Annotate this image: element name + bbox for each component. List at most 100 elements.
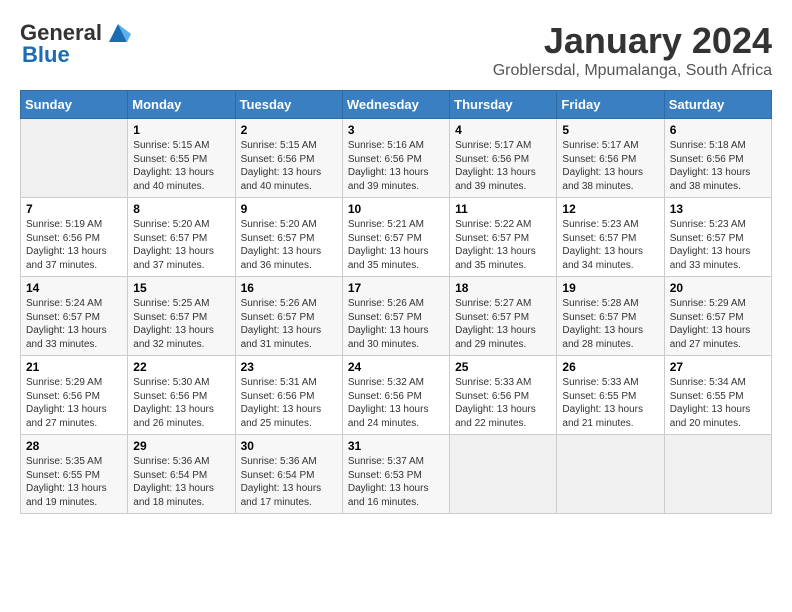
day-info: Sunrise: 5:32 AM Sunset: 6:56 PM Dayligh… bbox=[348, 376, 444, 430]
day-number: 14 bbox=[26, 281, 122, 295]
calendar-cell: 4 Sunrise: 5:17 AM Sunset: 6:56 PM Daylig… bbox=[450, 119, 557, 198]
calendar-cell: 10Sunrise: 5:21 AM Sunset: 6:57 PM Dayli… bbox=[342, 198, 449, 277]
location-text: Groblersdal, Mpumalanga, South Africa bbox=[493, 62, 772, 80]
calendar-cell: 27Sunrise: 5:34 AM Sunset: 6:55 PM Dayli… bbox=[664, 356, 771, 435]
day-number: 24 bbox=[348, 360, 444, 374]
day-number: 13 bbox=[670, 202, 766, 216]
day-info: Sunrise: 5:29 AM Sunset: 6:56 PM Dayligh… bbox=[26, 376, 122, 430]
day-number: 22 bbox=[133, 360, 229, 374]
day-number: 31 bbox=[348, 439, 444, 453]
header-saturday: Saturday bbox=[664, 91, 771, 119]
day-number: 9 bbox=[241, 202, 337, 216]
day-number: 23 bbox=[241, 360, 337, 374]
calendar-week-2: 7 Sunrise: 5:19 AM Sunset: 6:56 PM Daylig… bbox=[21, 198, 772, 277]
day-info: Sunrise: 5:17 AM Sunset: 6:56 PM Dayligh… bbox=[455, 139, 551, 193]
calendar-cell: 11 Sunrise: 5:22 AM Sunset: 6:57 PM Dayli… bbox=[450, 198, 557, 277]
calendar-cell: 23 Sunrise: 5:31 AM Sunset: 6:56 PM Dayli… bbox=[235, 356, 342, 435]
calendar-cell: 21 Sunrise: 5:29 AM Sunset: 6:56 PM Dayli… bbox=[21, 356, 128, 435]
day-info: Sunrise: 5:22 AM Sunset: 6:57 PM Dayligh… bbox=[455, 218, 551, 272]
title-block: January 2024 Groblersdal, Mpumalanga, So… bbox=[493, 20, 772, 80]
day-info: Sunrise: 5:23 AM Sunset: 6:57 PM Dayligh… bbox=[670, 218, 766, 272]
day-info: Sunrise: 5:27 AM Sunset: 6:57 PM Dayligh… bbox=[455, 297, 551, 351]
day-info: Sunrise: 5:26 AM Sunset: 6:57 PM Dayligh… bbox=[348, 297, 444, 351]
calendar-cell: 5 Sunrise: 5:17 AM Sunset: 6:56 PM Daylig… bbox=[557, 119, 664, 198]
day-info: Sunrise: 5:17 AM Sunset: 6:56 PM Dayligh… bbox=[562, 139, 658, 193]
day-info: Sunrise: 5:29 AM Sunset: 6:57 PM Dayligh… bbox=[670, 297, 766, 351]
logo: General Blue bbox=[20, 20, 131, 68]
calendar-cell: 13 Sunrise: 5:23 AM Sunset: 6:57 PM Dayli… bbox=[664, 198, 771, 277]
calendar-cell: 14 Sunrise: 5:24 AM Sunset: 6:57 PM Dayli… bbox=[21, 277, 128, 356]
day-number: 1 bbox=[133, 123, 229, 137]
day-info: Sunrise: 5:37 AM Sunset: 6:53 PM Dayligh… bbox=[348, 455, 444, 509]
day-info: Sunrise: 5:31 AM Sunset: 6:56 PM Dayligh… bbox=[241, 376, 337, 430]
day-info: Sunrise: 5:24 AM Sunset: 6:57 PM Dayligh… bbox=[26, 297, 122, 351]
day-info: Sunrise: 5:33 AM Sunset: 6:55 PM Dayligh… bbox=[562, 376, 658, 430]
day-number: 15 bbox=[133, 281, 229, 295]
day-number: 30 bbox=[241, 439, 337, 453]
day-info: Sunrise: 5:16 AM Sunset: 6:56 PM Dayligh… bbox=[348, 139, 444, 193]
header-monday: Monday bbox=[128, 91, 235, 119]
day-number: 5 bbox=[562, 123, 658, 137]
calendar-cell: 12 Sunrise: 5:23 AM Sunset: 6:57 PM Dayli… bbox=[557, 198, 664, 277]
calendar-cell bbox=[664, 435, 771, 514]
calendar-cell: 9 Sunrise: 5:20 AM Sunset: 6:57 PM Daylig… bbox=[235, 198, 342, 277]
day-number: 8 bbox=[133, 202, 229, 216]
day-number: 7 bbox=[26, 202, 122, 216]
day-number: 20 bbox=[670, 281, 766, 295]
calendar-cell: 28 Sunrise: 5:35 AM Sunset: 6:55 PM Dayli… bbox=[21, 435, 128, 514]
day-info: Sunrise: 5:26 AM Sunset: 6:57 PM Dayligh… bbox=[241, 297, 337, 351]
calendar-cell: 17 Sunrise: 5:26 AM Sunset: 6:57 PM Dayli… bbox=[342, 277, 449, 356]
day-info: Sunrise: 5:15 AM Sunset: 6:55 PM Dayligh… bbox=[133, 139, 229, 193]
calendar-cell: 8Sunrise: 5:20 AM Sunset: 6:57 PM Daylig… bbox=[128, 198, 235, 277]
calendar-cell: 30Sunrise: 5:36 AM Sunset: 6:54 PM Dayli… bbox=[235, 435, 342, 514]
calendar-cell: 22 Sunrise: 5:30 AM Sunset: 6:56 PM Dayli… bbox=[128, 356, 235, 435]
calendar-cell: 31 Sunrise: 5:37 AM Sunset: 6:53 PM Dayli… bbox=[342, 435, 449, 514]
calendar-cell: 19Sunrise: 5:28 AM Sunset: 6:57 PM Dayli… bbox=[557, 277, 664, 356]
calendar-cell: 7 Sunrise: 5:19 AM Sunset: 6:56 PM Daylig… bbox=[21, 198, 128, 277]
calendar-header-row: SundayMondayTuesdayWednesdayThursdayFrid… bbox=[21, 91, 772, 119]
day-number: 21 bbox=[26, 360, 122, 374]
calendar-cell: 29Sunrise: 5:36 AM Sunset: 6:54 PM Dayli… bbox=[128, 435, 235, 514]
day-info: Sunrise: 5:23 AM Sunset: 6:57 PM Dayligh… bbox=[562, 218, 658, 272]
calendar-cell: 2Sunrise: 5:15 AM Sunset: 6:56 PM Daylig… bbox=[235, 119, 342, 198]
calendar-week-4: 21 Sunrise: 5:29 AM Sunset: 6:56 PM Dayli… bbox=[21, 356, 772, 435]
header-friday: Friday bbox=[557, 91, 664, 119]
day-info: Sunrise: 5:19 AM Sunset: 6:56 PM Dayligh… bbox=[26, 218, 122, 272]
calendar-cell: 15 Sunrise: 5:25 AM Sunset: 6:57 PM Dayli… bbox=[128, 277, 235, 356]
day-info: Sunrise: 5:28 AM Sunset: 6:57 PM Dayligh… bbox=[562, 297, 658, 351]
calendar-cell: 18 Sunrise: 5:27 AM Sunset: 6:57 PM Dayli… bbox=[450, 277, 557, 356]
day-number: 4 bbox=[455, 123, 551, 137]
day-number: 26 bbox=[562, 360, 658, 374]
logo-icon bbox=[105, 20, 131, 46]
page-header: General Blue January 2024 Groblersdal, M… bbox=[20, 20, 772, 80]
calendar-week-3: 14 Sunrise: 5:24 AM Sunset: 6:57 PM Dayli… bbox=[21, 277, 772, 356]
calendar-cell: 25Sunrise: 5:33 AM Sunset: 6:56 PM Dayli… bbox=[450, 356, 557, 435]
calendar-cell: 6Sunrise: 5:18 AM Sunset: 6:56 PM Daylig… bbox=[664, 119, 771, 198]
day-info: Sunrise: 5:35 AM Sunset: 6:55 PM Dayligh… bbox=[26, 455, 122, 509]
calendar-cell: 26 Sunrise: 5:33 AM Sunset: 6:55 PM Dayli… bbox=[557, 356, 664, 435]
day-info: Sunrise: 5:30 AM Sunset: 6:56 PM Dayligh… bbox=[133, 376, 229, 430]
day-number: 12 bbox=[562, 202, 658, 216]
calendar-cell: 16Sunrise: 5:26 AM Sunset: 6:57 PM Dayli… bbox=[235, 277, 342, 356]
calendar-cell: 24 Sunrise: 5:32 AM Sunset: 6:56 PM Dayli… bbox=[342, 356, 449, 435]
day-number: 18 bbox=[455, 281, 551, 295]
day-info: Sunrise: 5:20 AM Sunset: 6:57 PM Dayligh… bbox=[241, 218, 337, 272]
calendar-cell bbox=[21, 119, 128, 198]
calendar-cell: 20 Sunrise: 5:29 AM Sunset: 6:57 PM Dayli… bbox=[664, 277, 771, 356]
calendar-cell: 3Sunrise: 5:16 AM Sunset: 6:56 PM Daylig… bbox=[342, 119, 449, 198]
header-wednesday: Wednesday bbox=[342, 91, 449, 119]
day-info: Sunrise: 5:34 AM Sunset: 6:55 PM Dayligh… bbox=[670, 376, 766, 430]
calendar-cell bbox=[557, 435, 664, 514]
calendar-cell bbox=[450, 435, 557, 514]
calendar-cell: 1 Sunrise: 5:15 AM Sunset: 6:55 PM Daylig… bbox=[128, 119, 235, 198]
day-info: Sunrise: 5:25 AM Sunset: 6:57 PM Dayligh… bbox=[133, 297, 229, 351]
month-title: January 2024 bbox=[493, 20, 772, 62]
header-tuesday: Tuesday bbox=[235, 91, 342, 119]
day-info: Sunrise: 5:15 AM Sunset: 6:56 PM Dayligh… bbox=[241, 139, 337, 193]
day-number: 17 bbox=[348, 281, 444, 295]
day-number: 11 bbox=[455, 202, 551, 216]
day-number: 10 bbox=[348, 202, 444, 216]
day-info: Sunrise: 5:36 AM Sunset: 6:54 PM Dayligh… bbox=[133, 455, 229, 509]
day-info: Sunrise: 5:18 AM Sunset: 6:56 PM Dayligh… bbox=[670, 139, 766, 193]
day-number: 28 bbox=[26, 439, 122, 453]
